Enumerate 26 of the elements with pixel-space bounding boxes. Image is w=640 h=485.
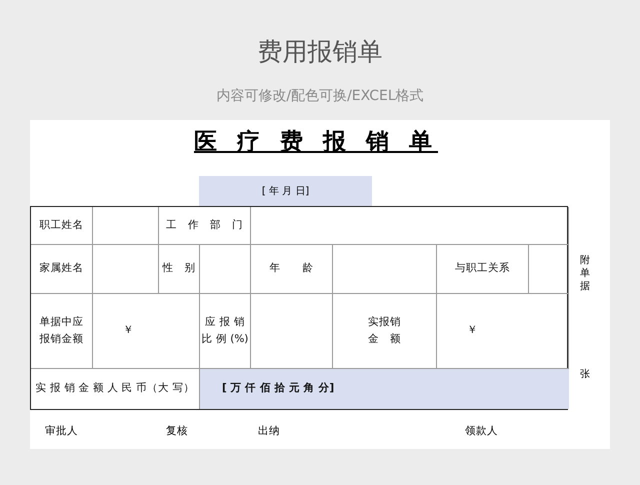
side-note: 附单据 [580, 254, 590, 293]
field-label: 实报销 [368, 315, 401, 330]
field-label: 单据中应 [40, 315, 84, 330]
page-subtitle: 内容可修改/配色可换/EXCEL格式 [216, 87, 424, 106]
field-label: 报销金额 [40, 332, 84, 347]
signature-label: 领款人 [465, 424, 498, 438]
field-label: 职工姓名 [40, 218, 84, 233]
page-title: 费用报销单 [258, 36, 382, 68]
signature-label: 审批人 [45, 424, 78, 438]
currency-sign: ￥ [467, 323, 478, 338]
signature-label: 出纳 [258, 424, 280, 438]
amount-words-text: [ 万 仟 佰 拾 元 角 分] [222, 381, 334, 396]
currency-sign: ￥ [123, 323, 134, 338]
field-label: 工 作 部 门 [166, 218, 243, 233]
signature-label: 复核 [166, 424, 188, 438]
side-note: 张 [580, 368, 590, 381]
field-label: 性 别 [162, 261, 196, 276]
date-field: [ 年 月 日] [199, 176, 372, 206]
form-title: 医 疗 费 报 销 单 [194, 128, 438, 157]
field-label: 应 报 销 [205, 315, 245, 330]
field-label: 比 例 (%) [202, 332, 248, 347]
field-label: 金 额 [368, 332, 401, 347]
field-label: 实 报 销 金 额 人 民 币（大 写） [36, 381, 194, 396]
field-label: 与职工关系 [455, 261, 510, 276]
field-label: 家属姓名 [40, 261, 84, 276]
field-label: 年 龄 [270, 261, 314, 276]
